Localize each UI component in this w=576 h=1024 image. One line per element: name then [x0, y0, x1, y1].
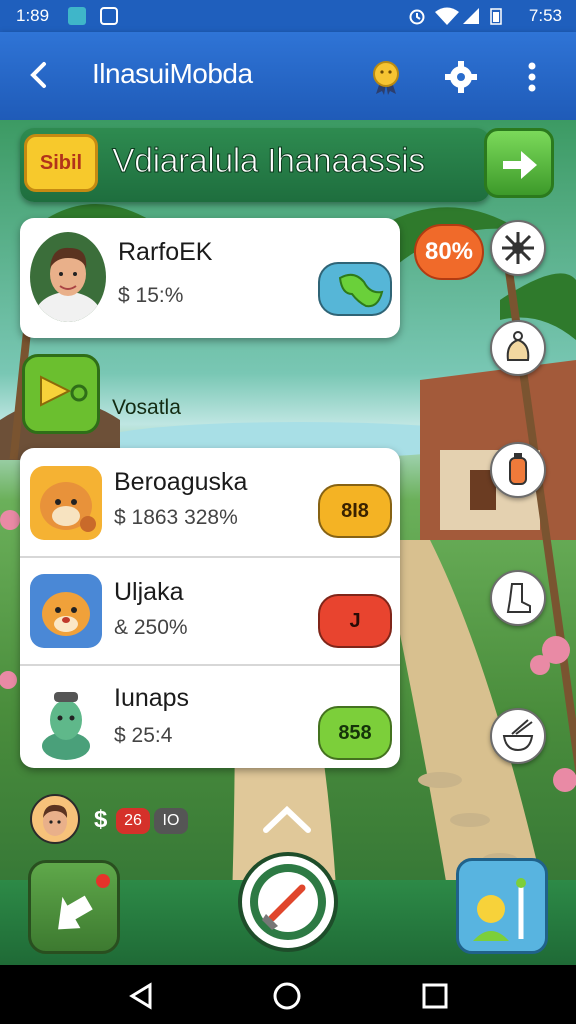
tiger-cub-avatar	[30, 574, 102, 648]
bottle-icon	[509, 453, 527, 485]
counter-badge: IO	[154, 808, 188, 834]
bowl-icon	[502, 719, 534, 752]
app-notification-icon	[100, 7, 118, 25]
profile-action-button[interactable]	[318, 262, 392, 316]
item-name: Uljaka	[114, 578, 184, 606]
bag-button[interactable]	[490, 320, 546, 376]
notification-icon	[68, 7, 86, 25]
player-avatar[interactable]	[30, 794, 80, 844]
list-item[interactable]: Uljaka & 250% J	[20, 558, 400, 664]
hammer-icon	[250, 864, 326, 940]
home-icon	[58, 874, 110, 930]
item-name: Beroaguska	[114, 468, 248, 496]
list-item[interactable]: Beroaguska $ 1863 328% 8I8	[20, 448, 400, 554]
bag-icon	[506, 331, 530, 361]
arrow-right-icon	[503, 151, 537, 179]
character-button[interactable]	[456, 858, 548, 954]
more-vert-icon[interactable]	[524, 60, 540, 94]
banner-badge: Sibil	[24, 134, 98, 192]
item-action-button[interactable]: 858	[318, 706, 392, 760]
bowl-button[interactable]	[490, 708, 546, 764]
header-banner: Sibil Vdiaralula Ihanaassis	[20, 128, 490, 202]
tiger-avatar	[30, 466, 102, 540]
status-time: 1:89	[16, 6, 50, 25]
app-bar: IlnasuiMobda	[0, 32, 576, 120]
home-button[interactable]	[28, 860, 120, 954]
avatar	[30, 232, 106, 322]
status-time-right: 7:53	[528, 6, 562, 25]
flag-icon	[40, 375, 88, 407]
gear-icon[interactable]	[444, 60, 478, 94]
counter-badge: 26	[116, 808, 150, 834]
item-stat: $ 25:4	[114, 724, 173, 747]
profile-card[interactable]: RarfoEK $ 15:%	[20, 218, 400, 338]
list-item[interactable]: Iunaps $ 25:4 858	[20, 666, 400, 768]
section-badge	[22, 354, 100, 434]
map-icon	[338, 273, 384, 308]
network-icon	[502, 232, 534, 264]
chevron-up-icon[interactable]	[258, 802, 316, 836]
item-action-button[interactable]: J	[318, 594, 392, 648]
back-icon[interactable]	[22, 58, 56, 92]
currency-symbol: $	[94, 806, 108, 833]
nav-recents-icon[interactable]	[420, 981, 450, 1011]
alarm-icon	[409, 9, 425, 25]
nav-back-icon[interactable]	[126, 981, 156, 1011]
battery-icon	[490, 8, 502, 25]
bottle-button[interactable]	[490, 442, 546, 498]
medal-icon[interactable]	[370, 60, 402, 96]
craft-button[interactable]	[238, 852, 338, 952]
item-name: Iunaps	[114, 684, 190, 712]
character-avatar	[30, 680, 102, 760]
character-icon	[473, 878, 526, 941]
profile-name: RarfoEK	[118, 238, 213, 266]
banner-title: Vdiaralula Ihanaassis	[112, 142, 426, 181]
section-label: Vosatla	[112, 396, 181, 419]
app-title: IlnasuiMobda	[92, 58, 253, 89]
next-button[interactable]	[484, 128, 554, 198]
nav-home-icon[interactable]	[272, 981, 302, 1011]
item-stat: $ 1863 328%	[114, 506, 238, 529]
system-nav-bar	[0, 965, 576, 1024]
item-stat: & 250%	[114, 616, 188, 639]
signal-icon	[463, 8, 479, 24]
boot-button[interactable]	[490, 570, 546, 626]
progress-badge: 80%	[414, 224, 484, 280]
wifi-icon	[435, 7, 459, 25]
profile-stat: $ 15:%	[118, 284, 184, 307]
status-bar: 1:89 7:53	[0, 0, 576, 32]
boot-icon	[506, 583, 531, 613]
network-button[interactable]	[490, 220, 546, 276]
item-action-button[interactable]: 8I8	[318, 484, 392, 538]
